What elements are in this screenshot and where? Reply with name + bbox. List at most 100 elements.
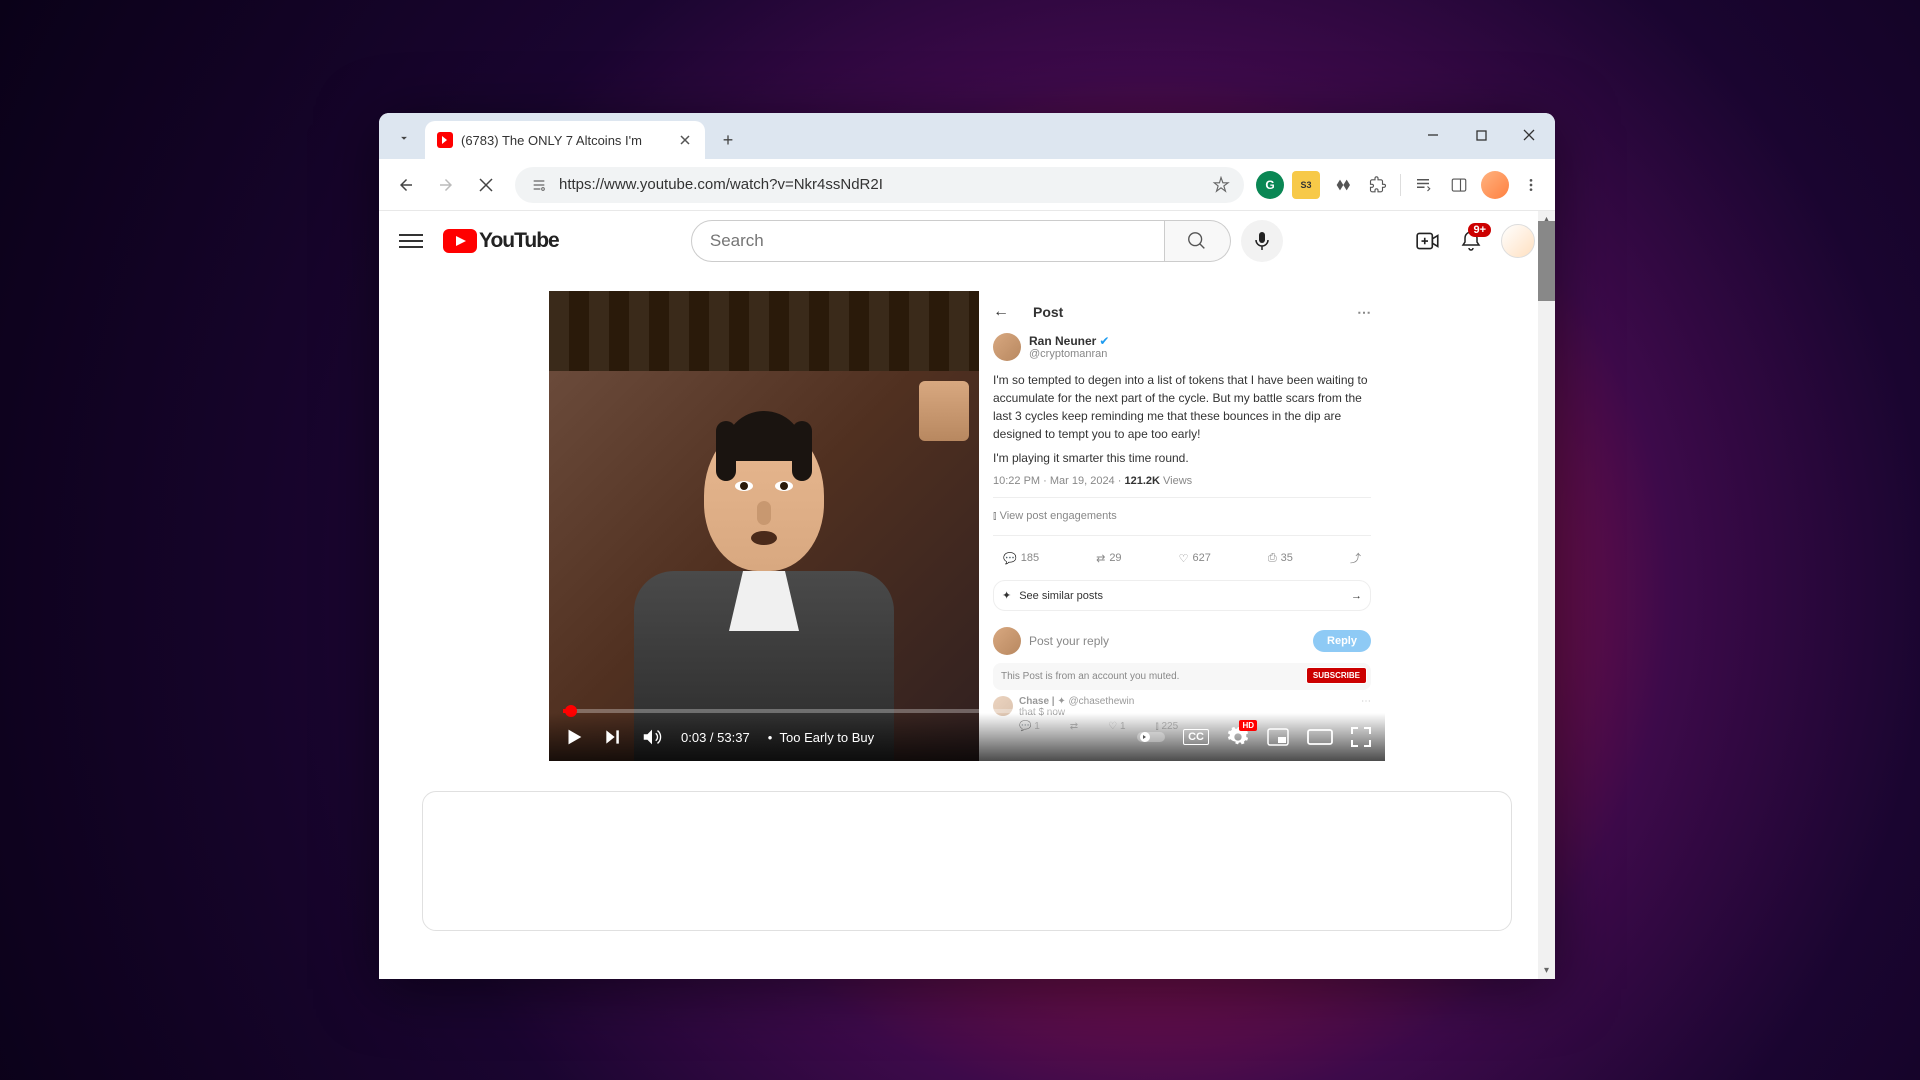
miniplayer-button[interactable] xyxy=(1267,728,1289,746)
voice-search-button[interactable] xyxy=(1241,220,1283,262)
reply-author: Chase | xyxy=(1019,696,1055,707)
reply-handle: @chasethewin xyxy=(1069,696,1135,707)
tweet-body-1: I'm so tempted to degen into a list of t… xyxy=(993,371,1371,443)
video-player[interactable]: ← Post ⋯ Ran Neuner ✔ @cryptomanran I'm … xyxy=(549,291,1385,761)
hd-badge: HD xyxy=(1239,720,1257,731)
autoplay-toggle[interactable] xyxy=(1137,730,1165,744)
search-icon xyxy=(1186,230,1208,252)
extension-icon[interactable]: S3 xyxy=(1292,171,1320,199)
tweet-back-arrow-icon: ← xyxy=(993,303,1009,321)
video-frame-tweet-overlay: ← Post ⋯ Ran Neuner ✔ @cryptomanran I'm … xyxy=(979,291,1385,761)
video-frame-left xyxy=(549,291,979,761)
reply-avatar xyxy=(993,627,1021,655)
arrow-right-icon: → xyxy=(1351,590,1362,602)
tweet-similar-label: See similar posts xyxy=(1019,590,1103,602)
tab-close-button[interactable] xyxy=(677,132,693,148)
extensions-puzzle-icon[interactable] xyxy=(1364,171,1392,199)
tweet-header-label: Post xyxy=(1033,304,1063,320)
youtube-favicon-icon xyxy=(437,132,453,148)
volume-button[interactable] xyxy=(641,726,663,748)
search-button[interactable] xyxy=(1165,220,1231,262)
volume-icon xyxy=(641,726,663,748)
heart-icon: ♡ xyxy=(1179,552,1189,565)
tweet-retweets: 29 xyxy=(1109,552,1121,564)
play-icon xyxy=(563,726,585,748)
tab-bar: (6783) The ONLY 7 Altcoins I'm + xyxy=(379,113,1555,159)
youtube-header: YouTube 9+ xyxy=(379,211,1555,271)
youtube-logo[interactable]: YouTube xyxy=(443,229,559,253)
youtube-logo-text: YouTube xyxy=(479,229,559,253)
back-button[interactable] xyxy=(389,168,423,202)
reading-list-icon[interactable] xyxy=(1409,171,1437,199)
url-text: https://www.youtube.com/watch?v=Nkr4ssNd… xyxy=(559,176,1202,193)
video-container: ← Post ⋯ Ran Neuner ✔ @cryptomanran I'm … xyxy=(549,291,1385,761)
retweet-icon: ⇄ xyxy=(1096,552,1105,565)
microphone-icon xyxy=(1254,231,1270,251)
bookmark-star-icon[interactable] xyxy=(1212,176,1230,194)
browser-menu-icon[interactable] xyxy=(1517,171,1545,199)
minimize-button[interactable] xyxy=(1415,121,1451,149)
tweet-reply-placeholder: Post your reply xyxy=(1029,634,1305,648)
fullscreen-button[interactable] xyxy=(1351,727,1371,747)
settings-button[interactable]: HD xyxy=(1227,726,1249,748)
tweet-replies: 185 xyxy=(1021,552,1039,564)
next-button[interactable] xyxy=(603,727,623,747)
tweet-engagements-link: View post engagements xyxy=(1000,510,1117,522)
tweet-author-name: Ran Neuner xyxy=(1029,334,1096,348)
notification-badge: 9+ xyxy=(1468,223,1491,237)
search-input[interactable] xyxy=(691,220,1165,262)
close-window-button[interactable] xyxy=(1511,121,1547,149)
share-icon: ⤴ xyxy=(1350,550,1361,566)
search-form xyxy=(691,220,1231,262)
scrollbar[interactable]: ▴ ▾ xyxy=(1538,211,1555,979)
tweet-views-label: Views xyxy=(1163,475,1192,487)
verified-badge-icon: ✔ xyxy=(1099,334,1109,348)
grammarly-extension-icon[interactable]: G xyxy=(1256,171,1284,199)
tweet-author-avatar xyxy=(993,333,1021,361)
site-info-icon[interactable] xyxy=(529,175,549,195)
youtube-play-icon xyxy=(443,229,477,253)
tab-title: (6783) The ONLY 7 Altcoins I'm xyxy=(461,133,669,148)
extension-icon[interactable] xyxy=(1328,171,1356,199)
tweet-views-count: 121.2K xyxy=(1124,475,1159,487)
account-avatar[interactable] xyxy=(1501,224,1535,258)
play-button[interactable] xyxy=(563,726,585,748)
hamburger-menu-icon[interactable] xyxy=(399,230,423,252)
captions-button[interactable]: CC xyxy=(1183,729,1209,745)
reply-icon: 💬 xyxy=(1003,552,1017,565)
tweet-body-2: I'm playing it smarter this time round. xyxy=(993,451,1371,465)
maximize-button[interactable] xyxy=(1463,121,1499,149)
profile-avatar[interactable] xyxy=(1481,171,1509,199)
scroll-down-arrow-icon[interactable]: ▾ xyxy=(1538,962,1555,979)
extension-icons: G S3 xyxy=(1256,171,1545,199)
create-button[interactable] xyxy=(1415,228,1441,254)
notifications-button[interactable]: 9+ xyxy=(1459,229,1483,253)
window-controls xyxy=(1415,121,1547,149)
subscribe-overlay-badge: SUBSCRIBE xyxy=(1306,667,1367,684)
tweet-reply-button: Reply xyxy=(1313,630,1371,652)
stop-reload-button[interactable] xyxy=(469,168,503,202)
tabs-dropdown-button[interactable] xyxy=(389,123,419,153)
theater-button[interactable] xyxy=(1307,729,1333,745)
theater-icon xyxy=(1307,729,1333,745)
next-icon xyxy=(603,727,623,747)
browser-tab[interactable]: (6783) The ONLY 7 Altcoins I'm xyxy=(425,121,705,159)
address-bar: https://www.youtube.com/watch?v=Nkr4ssNd… xyxy=(379,159,1555,211)
video-chapter[interactable]: • Too Early to Buy xyxy=(768,730,874,745)
scroll-thumb[interactable] xyxy=(1538,221,1555,301)
tweet-likes: 627 xyxy=(1192,552,1210,564)
video-controls: 0:03 / 53:37 • Too Early to Buy CC HD xyxy=(549,713,1385,761)
tweet-author-handle: @cryptomanran xyxy=(1029,348,1109,360)
bookmark-icon: ⎙ xyxy=(1268,552,1277,565)
forward-button[interactable] xyxy=(429,168,463,202)
fullscreen-icon xyxy=(1351,727,1371,747)
chart-icon: ⫾ xyxy=(993,510,997,522)
new-tab-button[interactable]: + xyxy=(713,125,743,155)
side-panel-icon[interactable] xyxy=(1445,171,1473,199)
browser-window: (6783) The ONLY 7 Altcoins I'm + https:/… xyxy=(379,113,1555,979)
tweet-muted-notice: This Post is from an account you muted. … xyxy=(993,663,1371,690)
sparkle-icon: ✦ xyxy=(1002,589,1011,602)
tweet-menu-icon: ⋯ xyxy=(1357,304,1371,321)
miniplayer-icon xyxy=(1267,728,1289,746)
url-input[interactable]: https://www.youtube.com/watch?v=Nkr4ssNd… xyxy=(515,167,1244,203)
